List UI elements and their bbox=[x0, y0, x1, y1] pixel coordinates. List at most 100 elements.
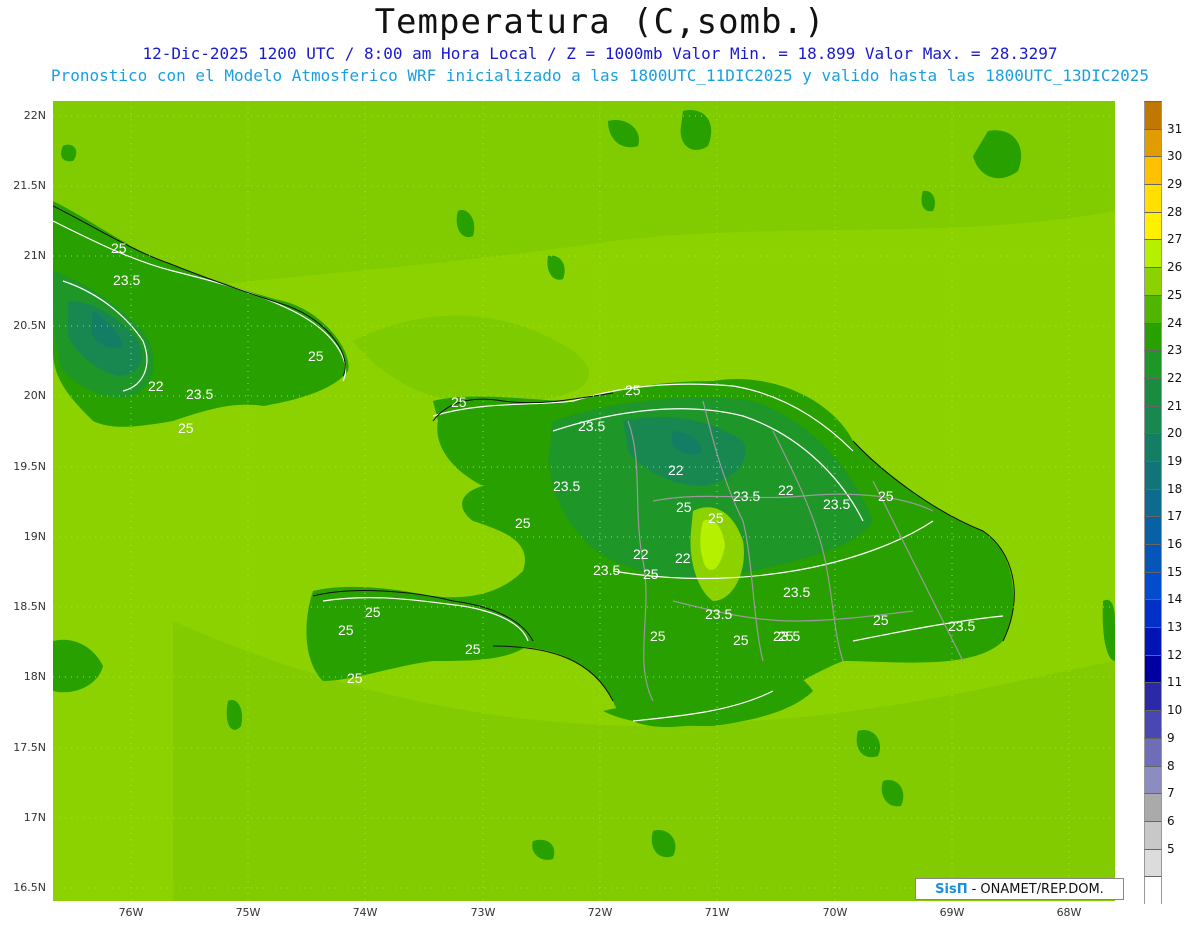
lat-label: 19N bbox=[23, 530, 46, 543]
lat-label: 20N bbox=[23, 389, 46, 402]
color-scale-label: 13 bbox=[1167, 620, 1183, 635]
contour-label: 23.5 bbox=[948, 618, 975, 634]
contour-label: 25 bbox=[778, 628, 794, 644]
color-scale-label: 21 bbox=[1167, 398, 1183, 413]
color-scale-swatch bbox=[1144, 101, 1162, 129]
color-scale-swatch bbox=[1144, 267, 1162, 295]
lat-label: 18N bbox=[23, 670, 46, 683]
lon-label: 69W bbox=[939, 906, 965, 919]
lon-label: 71W bbox=[704, 906, 730, 919]
lon-label: 70W bbox=[822, 906, 848, 919]
color-scale-swatch bbox=[1144, 156, 1162, 185]
contour-label: 23.5 bbox=[593, 562, 620, 578]
color-scale-label: 25 bbox=[1167, 287, 1183, 302]
color-scale-swatch bbox=[1144, 460, 1162, 489]
contour-label: 23.5 bbox=[705, 606, 732, 622]
contour-label: 25 bbox=[676, 499, 692, 515]
color-scale-swatch bbox=[1144, 128, 1162, 157]
color-scale-label: 31 bbox=[1167, 121, 1183, 136]
lat-label: 20.5N bbox=[13, 319, 46, 332]
contour-label: 22 bbox=[778, 482, 794, 498]
contour-label: 25 bbox=[625, 382, 641, 398]
color-scale-swatch bbox=[1144, 627, 1162, 655]
color-scale-label: 10 bbox=[1167, 703, 1183, 718]
map-title: Temperatura (C,somb.) bbox=[374, 2, 826, 42]
contour-label: 25 bbox=[111, 240, 127, 256]
color-scale-label: 19 bbox=[1167, 453, 1183, 468]
lon-label: 72W bbox=[587, 906, 613, 919]
contour-label: 25 bbox=[878, 488, 894, 504]
credit-box: SisΠ - ONAMET/REP.DOM. bbox=[915, 878, 1124, 900]
contour-label: 25 bbox=[451, 394, 467, 410]
forecast-time-info: 12-Dic-2025 1200 UTC / 8:00 am Hora Loca… bbox=[142, 44, 1058, 63]
color-scale-label: 8 bbox=[1167, 758, 1175, 773]
lat-label: 18.5N bbox=[13, 600, 46, 613]
color-scale-label: 23 bbox=[1167, 343, 1183, 358]
color-scale-label: 29 bbox=[1167, 177, 1183, 192]
color-scale-swatch bbox=[1144, 737, 1162, 766]
lon-label: 74W bbox=[352, 906, 378, 919]
lat-label: 16.5N bbox=[13, 881, 46, 894]
color-scale-label: 11 bbox=[1167, 675, 1183, 690]
contour-label: 25 bbox=[178, 420, 194, 436]
color-scale-label: 16 bbox=[1167, 537, 1183, 552]
color-scale-swatch bbox=[1144, 211, 1162, 240]
color-scale-swatch bbox=[1144, 848, 1162, 877]
contour-label: 25 bbox=[650, 628, 666, 644]
contour-label: 25 bbox=[733, 632, 749, 648]
color-scale-label: 20 bbox=[1167, 426, 1183, 441]
color-scale-swatch bbox=[1144, 350, 1162, 378]
color-scale-swatch bbox=[1144, 876, 1162, 904]
map-canvas: 25 23.5 25 22 23.5 25 25 25 23.5 22 23.5… bbox=[53, 101, 1115, 901]
lat-label: 17.5N bbox=[13, 741, 46, 754]
contour-label: 25 bbox=[515, 515, 531, 531]
lat-label: 21N bbox=[23, 249, 46, 262]
contour-label: 25 bbox=[308, 348, 324, 364]
contour-label: 25 bbox=[338, 622, 354, 638]
color-scale-swatch bbox=[1144, 516, 1162, 545]
contour-label: 25 bbox=[465, 641, 481, 657]
contour-label: 23.5 bbox=[113, 272, 140, 288]
contour-label: 23.5 bbox=[783, 584, 810, 600]
color-scale-swatch bbox=[1144, 377, 1162, 406]
lat-label: 17N bbox=[23, 811, 46, 824]
model-info: Pronostico con el Modelo Atmosferico WRF… bbox=[50, 66, 1150, 85]
color-scale-label: 28 bbox=[1167, 204, 1183, 219]
color-scale-swatch bbox=[1144, 654, 1162, 683]
color-scale-swatch bbox=[1144, 765, 1162, 794]
temperature-map: 25 23.5 25 22 23.5 25 25 25 23.5 22 23.5… bbox=[53, 101, 1115, 901]
contour-label: 22 bbox=[148, 378, 164, 394]
color-scale-bar bbox=[1144, 101, 1162, 904]
color-scale-swatch bbox=[1144, 571, 1162, 600]
credit-text: - ONAMET/REP.DOM. bbox=[971, 881, 1104, 897]
color-scale-label: 9 bbox=[1167, 730, 1175, 745]
color-scale-label: 7 bbox=[1167, 786, 1175, 801]
sispi-logo: SisΠ bbox=[935, 881, 968, 897]
color-scale-label: 6 bbox=[1167, 813, 1175, 828]
color-scale-swatch bbox=[1144, 322, 1162, 351]
color-scale-label: 26 bbox=[1167, 260, 1183, 275]
lon-label: 76W bbox=[118, 906, 144, 919]
contour-label: 23.5 bbox=[186, 386, 213, 402]
contour-label: 25 bbox=[347, 670, 363, 686]
color-scale-label: 22 bbox=[1167, 370, 1183, 385]
lat-label: 21.5N bbox=[13, 179, 46, 192]
color-scale-swatch bbox=[1144, 793, 1162, 821]
color-scale-swatch bbox=[1144, 294, 1162, 323]
contour-label: 23.5 bbox=[578, 418, 605, 434]
color-scale-swatch bbox=[1144, 682, 1162, 711]
color-scale-swatch bbox=[1144, 710, 1162, 738]
contour-label: 22 bbox=[668, 462, 684, 478]
color-scale-label: 5 bbox=[1167, 841, 1175, 856]
contour-label: 22 bbox=[675, 550, 691, 566]
lon-label: 75W bbox=[235, 906, 261, 919]
contour-label: 22 bbox=[633, 546, 649, 562]
color-scale-label: 27 bbox=[1167, 232, 1183, 247]
color-scale-swatch bbox=[1144, 820, 1162, 849]
contour-label: 23.5 bbox=[823, 496, 850, 512]
color-scale-swatch bbox=[1144, 599, 1162, 628]
contour-label: 25 bbox=[708, 510, 724, 526]
color-scale-swatch bbox=[1144, 544, 1162, 572]
color-scale-swatch bbox=[1144, 405, 1162, 434]
contour-label: 23.5 bbox=[733, 488, 760, 504]
